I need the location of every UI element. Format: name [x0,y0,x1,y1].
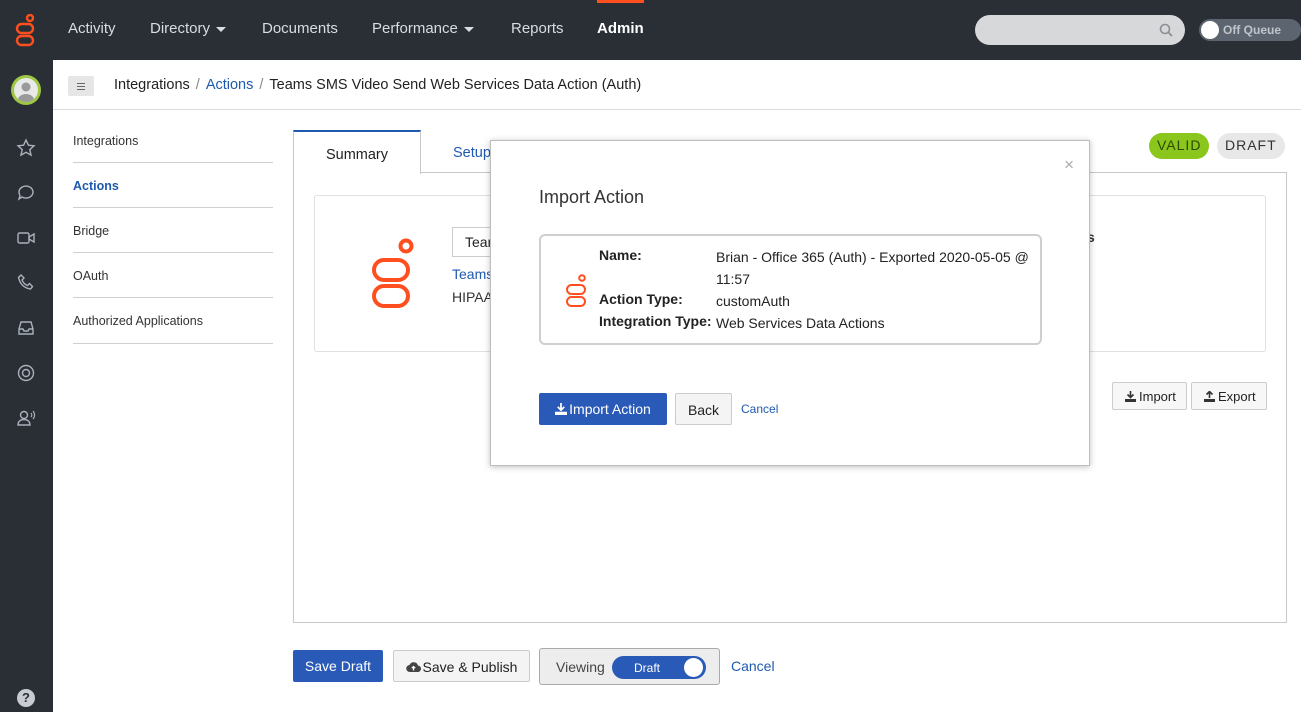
help-icon[interactable]: ? [17,689,35,707]
import-button-label: Import [1139,389,1176,404]
chat-icon[interactable] [16,183,36,203]
nav-directory[interactable]: Directory [150,20,227,37]
sidenav-item-authorized-applications[interactable]: Authorized Applications [73,298,273,344]
inbox-icon[interactable] [16,318,36,338]
hipaa-label: HIPAA [452,289,493,305]
sidebar-toggle-button[interactable] [68,76,94,96]
breadcrumb-bar: Integrations / Actions / Teams SMS Video Sen… [53,60,1301,110]
avatar[interactable] [11,75,41,105]
import-button[interactable]: Import [1112,382,1187,410]
save-publish-label: Save & Publish [422,659,518,675]
nav-documents[interactable]: Documents [262,20,338,37]
modal-title: Import Action [539,187,645,207]
integration-link[interactable]: Teams [452,266,493,282]
lifebuoy-icon[interactable] [16,363,36,383]
phone-icon[interactable] [16,273,36,293]
action-type-label: Action Type: [599,291,683,307]
breadcrumb-separator: / [195,77,200,93]
queue-label: Off Queue [1223,23,1282,37]
breadcrumb: Integrations / Actions / Teams SMS Video Sen… [114,77,641,93]
draft-toggle[interactable]: Draft [612,656,706,679]
queue-toggle[interactable]: Off Queue [1199,19,1301,41]
chevron-down-icon [216,26,227,32]
back-button[interactable]: Back [675,393,732,425]
breadcrumb-separator: / [259,77,264,93]
chevron-down-icon [463,26,474,32]
search-icon [1159,23,1173,37]
left-rail: ? [0,0,53,712]
nav-directory-label: Directory [150,20,211,37]
draft-status-badge: DRAFT [1217,133,1285,159]
sidenav-item-oauth[interactable]: OAuth [73,253,273,298]
import-details-box: Name: Brian - Office 365 (Auth) - Export… [539,234,1042,345]
genesys-logo [566,274,586,307]
draft-toggle-knob [684,658,703,677]
valid-status-badge: VALID [1149,133,1210,159]
genesys-logo [372,238,414,308]
star-icon[interactable] [16,138,36,158]
name-value: Brian - Office 365 (Auth) - Exported 202… [716,249,1029,287]
name-label: Name: [599,247,642,263]
download-icon [1125,391,1136,402]
modal-cancel-link[interactable]: Cancel [741,402,778,416]
tab-summary[interactable]: Summary [293,130,421,174]
integration-type-label: Integration Type: [599,313,712,329]
viewing-label: Viewing [556,659,605,675]
save-draft-button[interactable]: Save Draft [293,650,383,682]
nav-reports[interactable]: Reports [511,20,564,37]
sidenav-item-bridge[interactable]: Bridge [73,208,273,253]
save-publish-button[interactable]: Save & Publish [393,650,530,682]
sidenav-item-actions[interactable]: Actions [73,163,273,208]
cloud-upload-icon [405,662,421,673]
search-input[interactable] [975,15,1185,45]
cancel-link[interactable]: Cancel [731,658,775,674]
tab-setup[interactable]: Setup [453,130,491,174]
integrations-sidenav: Integrations Actions Bridge OAuth Author… [73,118,273,344]
nav-performance-label: Performance [372,20,458,37]
nav-performance[interactable]: Performance [372,20,474,37]
upload-icon [1204,391,1215,402]
queue-toggle-knob [1201,21,1219,39]
video-icon[interactable] [16,228,36,248]
nav-admin[interactable]: Admin [597,20,644,37]
top-navigation: Activity Directory Documents Performance… [53,0,1301,60]
nav-activity[interactable]: Activity [68,20,116,37]
active-nav-indicator [597,0,644,3]
export-button-label: Export [1218,389,1256,404]
genesys-logo[interactable] [14,14,38,48]
import-action-button[interactable]: Import Action [539,393,667,425]
breadcrumb-current: Teams SMS Video Send Web Services Data A… [269,77,642,93]
download-icon [555,403,568,415]
contact-center-icon[interactable] [16,408,36,428]
viewing-toggle-group: Viewing Draft [539,648,720,685]
sidenav-item-integrations[interactable]: Integrations [73,118,273,163]
import-action-modal: × Import Action Name: Brian - Office 365… [490,140,1090,466]
integration-type-value: Web Services Data Actions [716,315,885,331]
draft-toggle-label: Draft [634,661,661,675]
import-action-label: Import Action [569,401,651,417]
breadcrumb-integrations: Integrations [114,77,190,93]
export-button[interactable]: Export [1191,382,1267,410]
breadcrumb-actions-link[interactable]: Actions [206,77,254,93]
action-type-value: customAuth [716,293,790,309]
close-icon[interactable]: × [1064,156,1074,173]
